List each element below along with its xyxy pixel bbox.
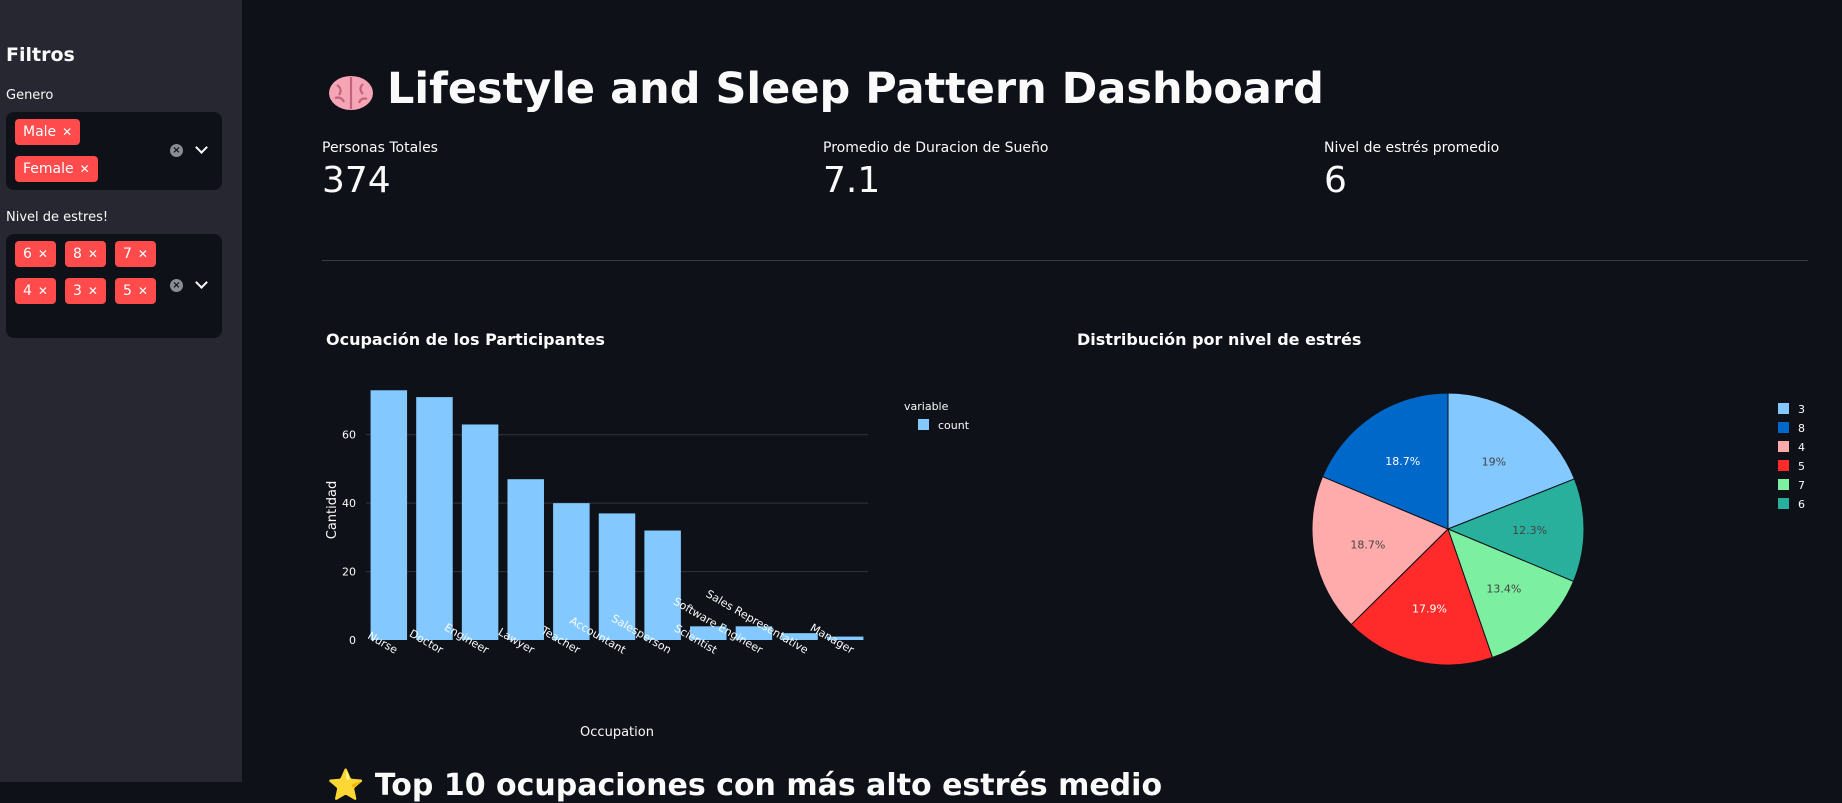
bar-chart: 0204060Nurse DoctorEngineer Lawyer TeacherA…	[325, 390, 970, 740]
estres-tag[interactable]: 7 ✕	[115, 241, 156, 267]
legend-swatch	[918, 419, 929, 430]
legend-swatch	[1778, 498, 1789, 509]
legend-label: 5	[1798, 460, 1805, 473]
slice-label: 18.7%	[1385, 455, 1420, 468]
estres-tag[interactable]: 6 ✕	[15, 241, 56, 267]
genero-label: Genero	[6, 88, 54, 103]
metric-label: Nivel de estrés promedio	[1324, 140, 1500, 156]
legend-swatch	[1778, 422, 1789, 433]
slice-label: 19%	[1482, 456, 1506, 469]
remove-icon[interactable]: ✕	[62, 125, 72, 139]
bar	[416, 397, 453, 640]
pie-chart: 19% 12.3% 13.4% 17.9% 18.7% 18.7% 3 8 4 5 7 6	[1311, 392, 1805, 666]
y-tick-label: 40	[342, 497, 356, 510]
remove-icon[interactable]: ✕	[38, 247, 48, 261]
legend-swatch	[1778, 403, 1789, 414]
legend-label: count	[938, 419, 970, 432]
bar	[461, 424, 499, 640]
genero-tag-female[interactable]: Female ✕	[15, 156, 98, 182]
legend-label: 7	[1798, 479, 1805, 492]
sidebar-title: Filtros	[6, 44, 75, 66]
slice-label: 18.7%	[1350, 539, 1385, 552]
estres-tag[interactable]: 3 ✕	[65, 278, 106, 304]
legend-label: 4	[1798, 441, 1805, 454]
legend-swatch	[1778, 479, 1789, 490]
legend-label: 3	[1798, 403, 1805, 416]
legend-swatch	[1778, 441, 1789, 452]
y-tick-label: 0	[349, 634, 356, 647]
legend-label: 6	[1798, 498, 1805, 511]
remove-icon[interactable]: ✕	[138, 284, 148, 298]
estres-tag[interactable]: 5 ✕	[115, 278, 156, 304]
remove-icon[interactable]: ✕	[80, 162, 90, 176]
estres-tag[interactable]: 8 ✕	[65, 241, 106, 267]
bar	[370, 390, 408, 640]
bar	[507, 479, 544, 640]
bar-chart-title: Ocupación de los Participantes	[326, 330, 605, 349]
slice-label: 17.9%	[1412, 602, 1447, 615]
slice-label: 13.4%	[1486, 582, 1521, 595]
metric-label: Promedio de Duracion de Sueño	[823, 140, 1049, 156]
section-heading: ⭐ Top 10 ocupaciones con más alto estrés…	[327, 768, 1163, 803]
chevron-down-icon[interactable]	[195, 276, 208, 289]
legend-swatch	[1778, 460, 1789, 471]
estres-label: Nivel de estres!	[6, 210, 109, 225]
bar	[644, 530, 681, 640]
clear-icon[interactable]: ×	[170, 144, 183, 157]
metric-label: Personas Totales	[322, 140, 438, 156]
divider	[322, 260, 1808, 261]
remove-icon[interactable]: ✕	[138, 247, 148, 261]
remove-icon[interactable]: ✕	[88, 247, 98, 261]
metric-value: 374	[322, 160, 391, 201]
brain-icon	[329, 75, 373, 110]
pie-chart-title: Distribución por nivel de estrés	[1077, 330, 1362, 349]
legend-label: 8	[1798, 422, 1805, 435]
y-axis-title: Cantidad	[325, 481, 340, 539]
genero-tag-male[interactable]: Male ✕	[15, 119, 81, 145]
remove-icon[interactable]: ✕	[38, 284, 48, 298]
genero-multiselect[interactable]: Male ✕ Female ✕ ×	[6, 112, 222, 190]
remove-icon[interactable]: ✕	[88, 284, 98, 298]
y-tick-label: 20	[342, 566, 356, 579]
slice-label: 12.3%	[1512, 524, 1547, 537]
estres-tag[interactable]: 4 ✕	[15, 278, 56, 304]
y-tick-label: 60	[342, 429, 356, 442]
metric-value: 7.1	[823, 160, 881, 201]
estres-multiselect[interactable]: 6 ✕ 8 ✕ 7 ✕ 4 ✕ 3 ✕ 5 ✕ ×	[6, 234, 222, 338]
x-axis-title: Occupation	[580, 725, 654, 740]
metric-value: 6	[1324, 160, 1347, 201]
legend-title: variable	[904, 400, 949, 413]
page-title: Lifestyle and Sleep Pattern Dashboard	[327, 64, 1324, 114]
clear-icon[interactable]: ×	[170, 279, 183, 292]
main-content: Lifestyle and Sleep Pattern Dashboard Pe…	[242, 0, 1842, 803]
chevron-down-icon[interactable]	[195, 141, 208, 154]
sidebar: Filtros Genero Male ✕ Female ✕ × Nivel de …	[0, 0, 242, 782]
